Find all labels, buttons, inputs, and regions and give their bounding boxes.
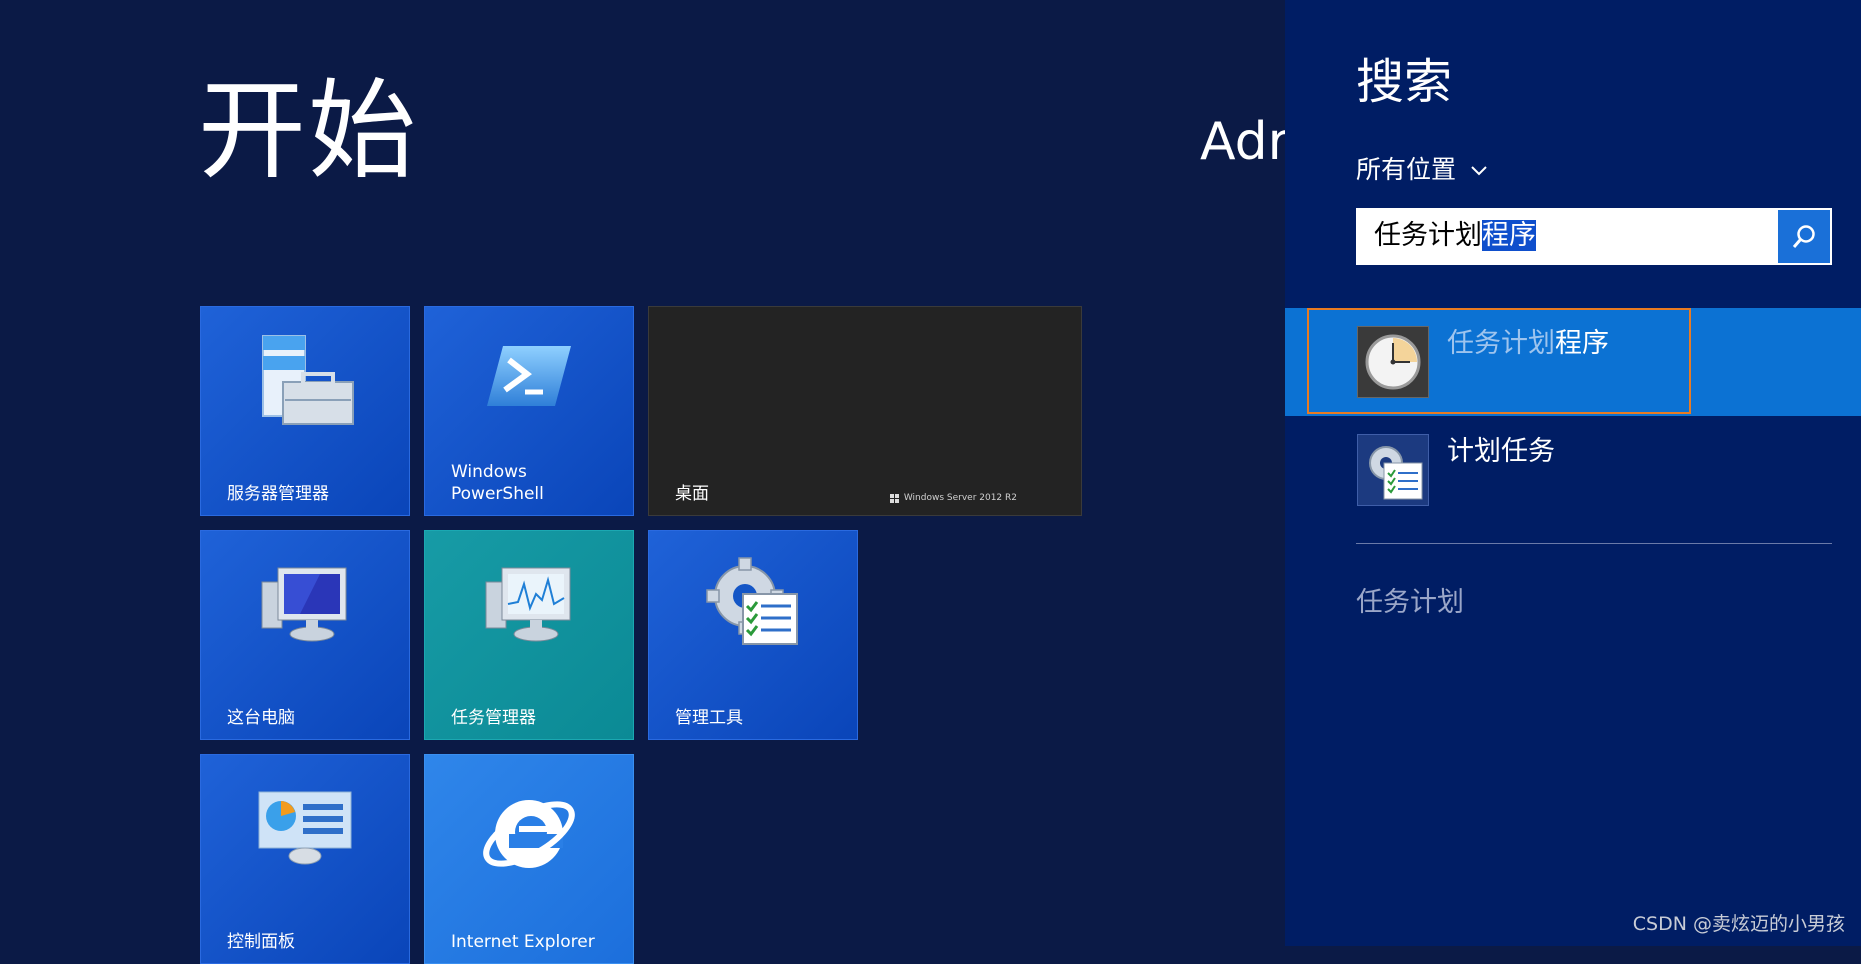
clock-icon: [1357, 326, 1429, 398]
windows-logo-icon: [889, 493, 899, 503]
tile-label: Internet Explorer: [451, 932, 595, 952]
brand-text: Windows Server 2012 R2: [903, 493, 1017, 503]
chevron-down-icon: [1470, 154, 1488, 183]
search-button[interactable]: [1778, 210, 1830, 263]
search-pane: 搜索 所有位置 任务计划程序 任务计划程序 计划任务 任务计划: [1285, 0, 1861, 946]
tile-server-manager[interactable]: 服务器管理器: [200, 306, 410, 516]
result-label-rest: 程序: [1555, 328, 1609, 359]
tile-label: 任务管理器: [451, 708, 536, 728]
tile-label: 控制面板: [227, 932, 295, 952]
internet-explorer-icon: [479, 782, 579, 886]
search-result-scheduled-tasks[interactable]: 计划任务: [1447, 436, 1555, 468]
start-title: 开始: [198, 69, 419, 194]
tile-label: Windows PowerShell: [451, 462, 544, 504]
tile-control-panel[interactable]: 控制面板: [200, 754, 410, 964]
tile-label: 服务器管理器: [227, 484, 329, 504]
gear-checklist-icon[interactable]: [1357, 434, 1429, 506]
result-label: 任务计划程序: [1447, 328, 1609, 360]
tile-task-manager[interactable]: 任务管理器: [424, 530, 634, 740]
user-name[interactable]: Adr: [1200, 116, 1289, 168]
search-query-selected: 程序: [1482, 220, 1536, 251]
powershell-icon: [487, 344, 571, 412]
watermark: CSDN @卖炫迈的小男孩: [1632, 913, 1845, 935]
admin-tools-icon: [705, 556, 801, 656]
search-query-text: 任务计划: [1374, 220, 1482, 251]
tile-label: 这台电脑: [227, 708, 295, 728]
search-box[interactable]: 任务计划程序: [1356, 208, 1832, 265]
search-title: 搜索: [1356, 54, 1453, 110]
tile-this-pc[interactable]: 这台电脑: [200, 530, 410, 740]
control-panel-icon: [257, 790, 353, 870]
server-manager-icon: [255, 334, 355, 430]
search-result-selected[interactable]: 任务计划程序: [1285, 308, 1861, 416]
search-scope-dropdown[interactable]: 所有位置: [1356, 150, 1488, 186]
divider: [1356, 543, 1832, 544]
tile-desktop[interactable]: 桌面 Windows Server 2012 R2: [648, 306, 1082, 516]
search-input[interactable]: 任务计划程序: [1374, 220, 1536, 252]
result-label-match: 任务计划: [1447, 328, 1555, 359]
search-category[interactable]: 任务计划: [1356, 580, 1464, 619]
tile-label: 桌面: [675, 484, 709, 504]
windows-server-brand: Windows Server 2012 R2: [889, 493, 1017, 503]
task-manager-icon: [484, 564, 574, 648]
search-icon: [1792, 224, 1815, 248]
tile-powershell[interactable]: Windows PowerShell: [424, 306, 634, 516]
tile-label: 管理工具: [675, 708, 743, 728]
scope-label: 所有位置: [1356, 155, 1457, 184]
tile-internet-explorer[interactable]: Internet Explorer: [424, 754, 634, 964]
computer-icon: [260, 564, 350, 648]
tile-admin-tools[interactable]: 管理工具: [648, 530, 858, 740]
